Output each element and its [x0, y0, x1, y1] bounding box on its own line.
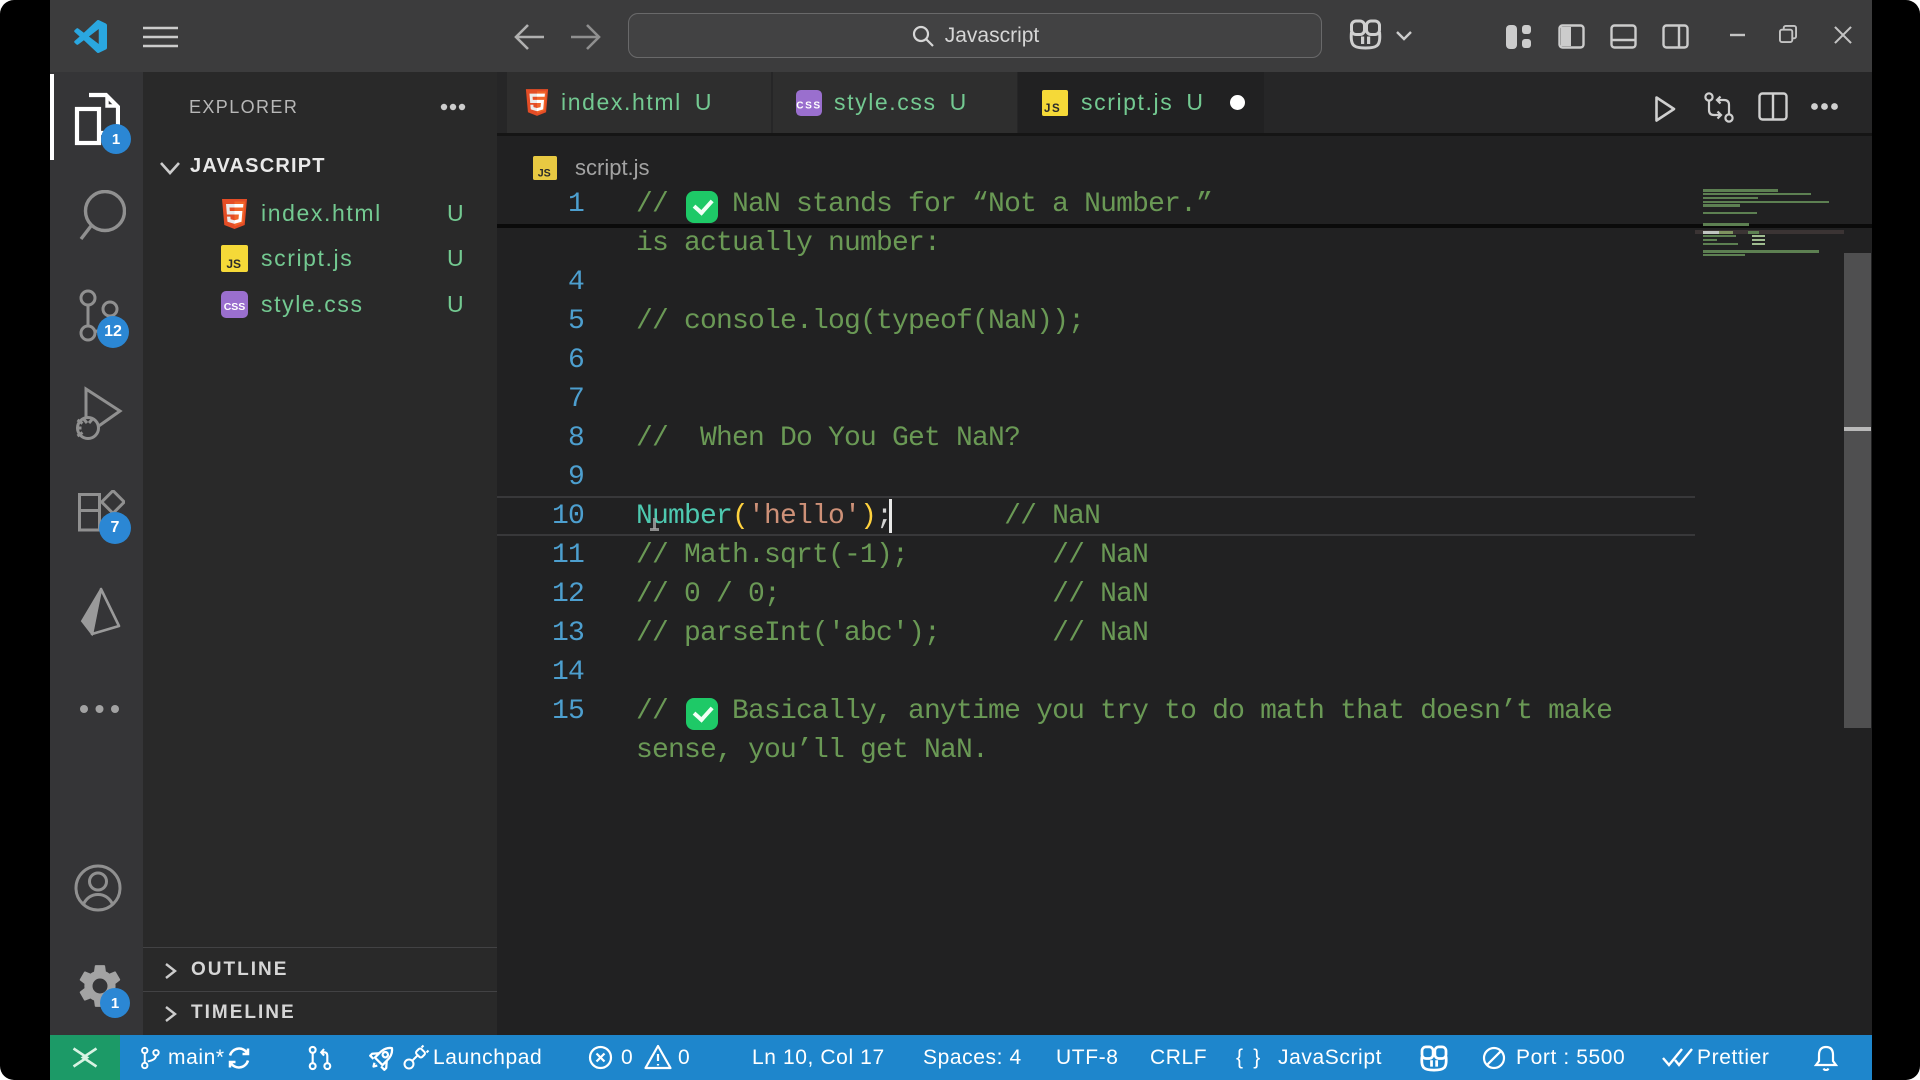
- svg-text:JS: JS: [538, 167, 551, 179]
- svg-text:JS: JS: [226, 257, 241, 271]
- svg-text:CSS: CSS: [796, 100, 821, 111]
- svg-text:CSS: CSS: [224, 301, 246, 313]
- svg-text:JS: JS: [1044, 103, 1061, 115]
